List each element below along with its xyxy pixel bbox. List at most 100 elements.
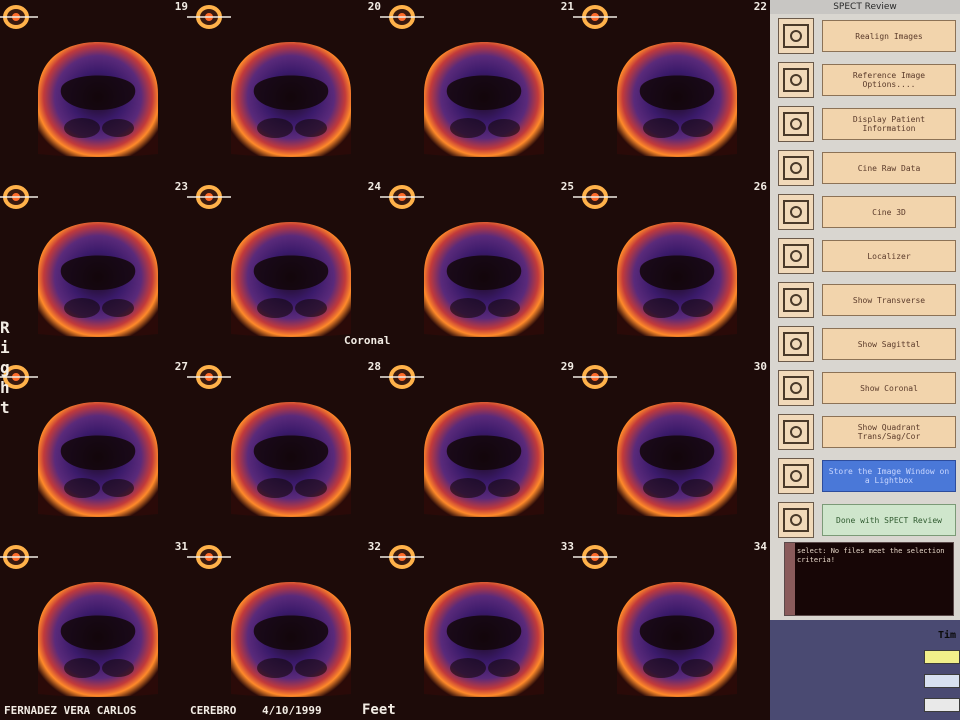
done-icon[interactable] [778, 502, 814, 538]
slice-number: 19 [174, 0, 188, 13]
tool-button[interactable]: Localizer [822, 240, 956, 272]
reference-image-icon[interactable] [778, 62, 814, 98]
mini-field-blue[interactable] [924, 674, 960, 688]
localizer-icon [573, 185, 617, 209]
tool-button[interactable]: Show Sagittal [822, 328, 956, 360]
localizer-icon [187, 365, 231, 389]
slice-22[interactable]: 22 [573, 0, 769, 180]
patient-info-bar: FERNADEZ VERA CARLOS CEREBRO 4/10/1999 F… [0, 700, 770, 720]
tool-button[interactable]: Display Patient Information [822, 108, 956, 140]
tool-button[interactable]: Show Quadrant Trans/Sag/Cor [822, 416, 956, 448]
slice-number: 20 [367, 0, 381, 13]
tool-row: Store the Image Window on a Lightbox [778, 458, 956, 496]
slice-25[interactable]: 25 [380, 180, 576, 360]
localizer-icon [187, 185, 231, 209]
tool-button[interactable]: Cine 3D [822, 196, 956, 228]
coronal-brain-slice [424, 582, 544, 697]
tool-row: Display Patient Information [778, 106, 956, 144]
cine-3d-icon[interactable] [778, 194, 814, 230]
coronal-brain-slice [617, 222, 737, 337]
panel-title: SPECT Review [770, 0, 960, 14]
tool-row: Done with SPECT Review [778, 502, 956, 540]
slice-number: 24 [367, 180, 381, 193]
coronal-brain-slice [231, 222, 351, 337]
transverse-head-icon[interactable] [778, 282, 814, 318]
slice-23[interactable]: 23 [0, 180, 190, 360]
localizer-icon [380, 5, 424, 29]
tool-button[interactable]: Show Coronal [822, 372, 956, 404]
tool-button[interactable]: Cine Raw Data [822, 152, 956, 184]
mini-field-gray[interactable] [924, 698, 960, 712]
coronal-brain-slice [38, 582, 158, 697]
slice-33[interactable]: 33 [380, 540, 576, 720]
slice-number: 29 [560, 360, 574, 373]
slice-27[interactable]: 27 [0, 360, 190, 540]
coronal-brain-slice [617, 582, 737, 697]
tool-button[interactable]: Reference Image Options.... [822, 64, 956, 96]
localizer-icon [0, 545, 38, 569]
console-scrollbar[interactable] [785, 543, 795, 615]
slice-number: 21 [560, 0, 574, 13]
tool-button[interactable]: Store the Image Window on a Lightbox [822, 460, 956, 492]
console-message: select: No files meet the selection crit… [797, 547, 945, 564]
slice-28[interactable]: 28 [187, 360, 383, 540]
tool-row: Show Sagittal [778, 326, 956, 364]
tool-row: Show Quadrant Trans/Sag/Cor [778, 414, 956, 452]
slice-32[interactable]: 32 [187, 540, 383, 720]
slice-number: 23 [174, 180, 188, 193]
localizer-icon [187, 5, 231, 29]
tool-row: Realign Images [778, 18, 956, 56]
orientation-feet-label: Feet [362, 702, 396, 718]
coronal-brain-slice [38, 402, 158, 517]
store-icon[interactable] [778, 458, 814, 494]
coronal-brain-slice [231, 42, 351, 157]
slice-number: 26 [753, 180, 767, 193]
tool-row: Reference Image Options.... [778, 62, 956, 100]
patient-info-icon[interactable] [778, 106, 814, 142]
slice-number: 28 [367, 360, 381, 373]
slice-number: 31 [174, 540, 188, 553]
tool-row: Show Coronal [778, 370, 956, 408]
slice-19[interactable]: 19 [0, 0, 190, 180]
localizer-icon [573, 545, 617, 569]
slice-number: 32 [367, 540, 381, 553]
slice-29[interactable]: 29 [380, 360, 576, 540]
spect-review-panel: SPECT Review Realign Images Reference Ima… [770, 0, 960, 720]
slice-30[interactable]: 30 [573, 360, 769, 540]
tool-button[interactable]: Done with SPECT Review [822, 504, 956, 536]
realign-icon[interactable] [778, 18, 814, 54]
status-console: select: No files meet the selection crit… [784, 542, 954, 616]
slice-20[interactable]: 20 [187, 0, 383, 180]
coronal-brain-slice [424, 402, 544, 517]
view-label-coronal: Coronal [344, 334, 391, 347]
slice-34[interactable]: 34 [573, 540, 769, 720]
cine-raw-icon[interactable] [778, 150, 814, 186]
tool-button[interactable]: Realign Images [822, 20, 956, 52]
bottom-panel-label: Tim [938, 630, 957, 641]
sagittal-head-icon[interactable] [778, 326, 814, 362]
slice-21[interactable]: 21 [380, 0, 576, 180]
localizer-icon[interactable] [778, 238, 814, 274]
slice-number: 27 [174, 360, 188, 373]
coronal-brain-slice [617, 402, 737, 517]
slice-24[interactable]: 24 [187, 180, 383, 360]
coronal-slice-viewer[interactable]: 19 20 21 22 23 24 25 26 27 28 29 30 31 3… [0, 0, 770, 720]
coronal-brain-slice [231, 402, 351, 517]
slice-31[interactable]: 31 [0, 540, 190, 720]
tool-row: Cine Raw Data [778, 150, 956, 188]
tool-row: Show Transverse [778, 282, 956, 320]
localizer-icon [187, 545, 231, 569]
localizer-icon [380, 545, 424, 569]
coronal-brain-slice [424, 222, 544, 337]
localizer-icon [573, 365, 617, 389]
localizer-icon [0, 5, 38, 29]
slice-26[interactable]: 26 [573, 180, 769, 360]
coronal-brain-slice [424, 42, 544, 157]
coronal-brain-slice [38, 42, 158, 157]
quadrant-icon[interactable] [778, 414, 814, 450]
coronal-head-icon[interactable] [778, 370, 814, 406]
tool-button[interactable]: Show Transverse [822, 284, 956, 316]
slice-number: 33 [560, 540, 574, 553]
localizer-icon [380, 185, 424, 209]
mini-field-yellow[interactable] [924, 650, 960, 664]
